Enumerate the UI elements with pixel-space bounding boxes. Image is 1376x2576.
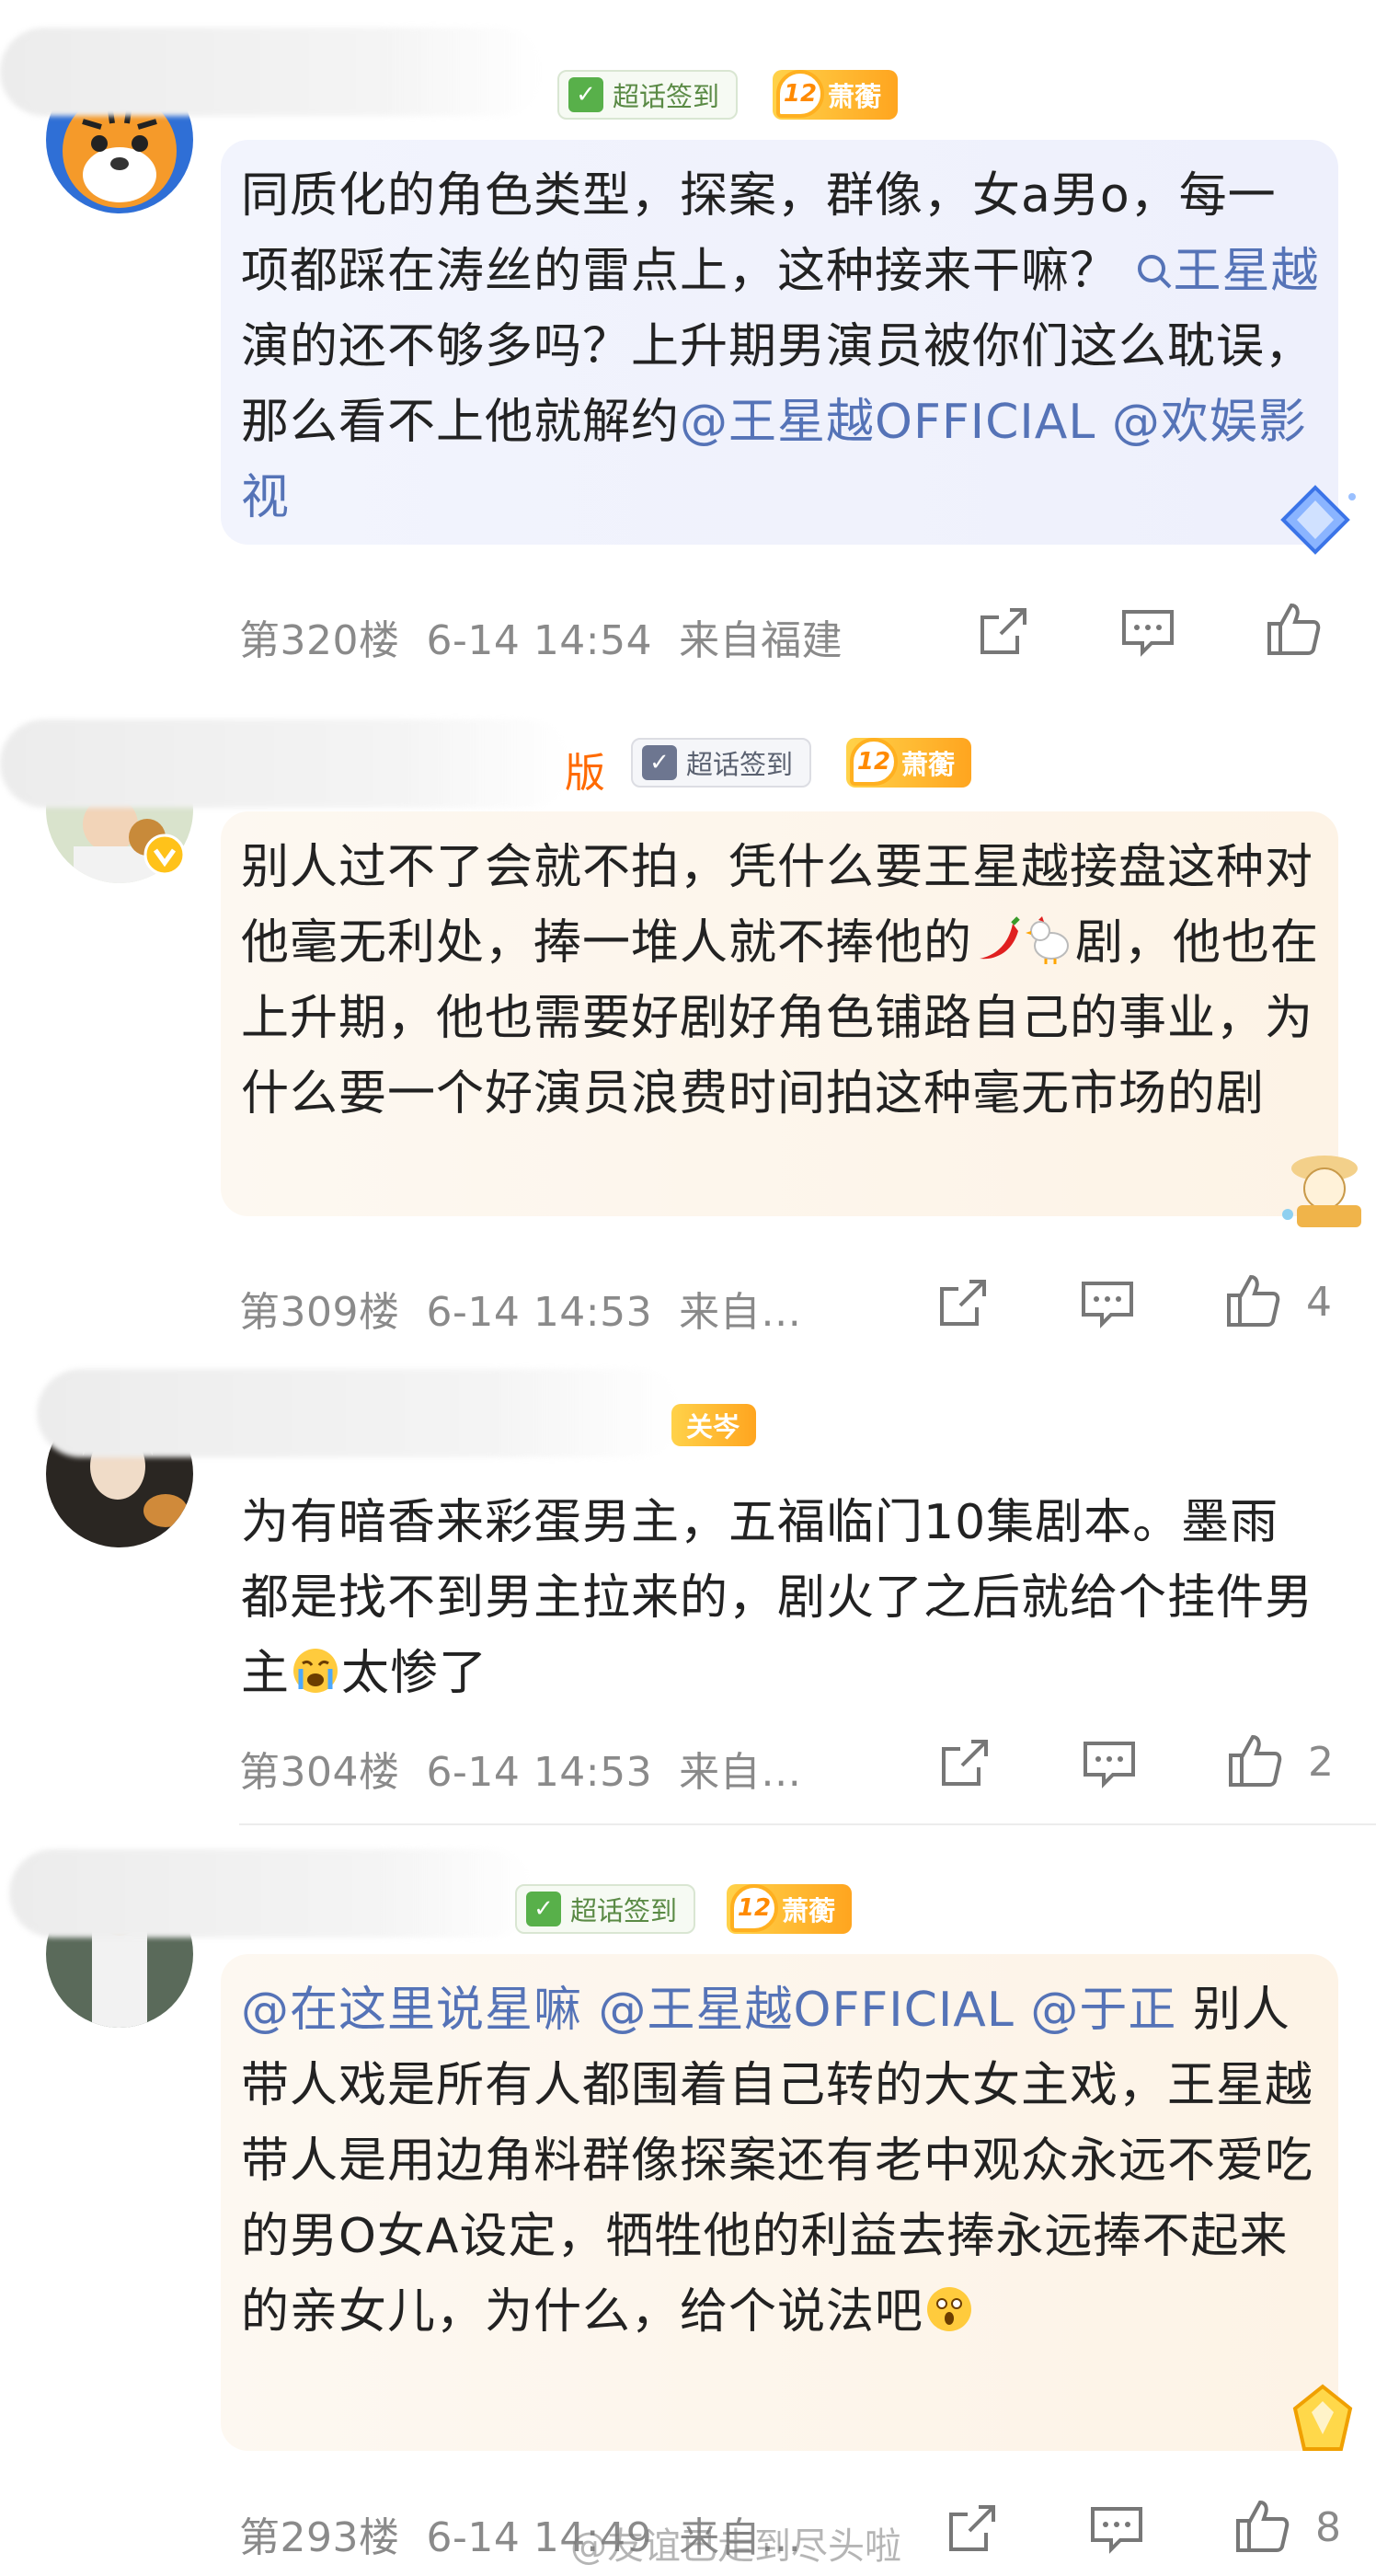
comment-text: 为有暗香来彩蛋男主，五福临门10集剧本。墨雨都是找不到男主拉来的，剧火了之后就给…: [241, 1495, 1314, 1701]
level-number: 12: [730, 1884, 778, 1932]
share-icon[interactable]: [935, 1734, 993, 1793]
supertopic-checkin-badge: ✓ 超话签到: [515, 1884, 696, 1934]
username-blurred[interactable]: [9, 1849, 533, 1938]
diamond-icon: [1280, 485, 1356, 555]
comment-icon[interactable]: [1078, 1274, 1137, 1333]
like-count: 8: [1315, 2504, 1341, 2551]
verified-icon: [143, 834, 186, 876]
comment-text: 别人过不了会就不拍，凭什么要王星越接盘这种对他毫无利处，捧一堆人就不捧他的 剧，他…: [221, 811, 1338, 1216]
level-number: 12: [850, 738, 898, 786]
floor-number: 第320楼: [239, 617, 400, 664]
comment-meta: 第309楼 6-14 14:53 来自…: [239, 1279, 802, 1338]
comment-icon[interactable]: [1087, 2500, 1146, 2559]
like-icon[interactable]: [1225, 1731, 1284, 1790]
fan-level-badge: 关岑: [671, 1404, 757, 1446]
check-icon: ✓: [526, 1892, 561, 1926]
timestamp: 6-14 14:53: [426, 1749, 653, 1796]
sticker-icon: [1282, 1156, 1361, 1227]
username-blurred[interactable]: [0, 28, 543, 116]
fan-level-badge: 12 萧蘅: [846, 738, 972, 788]
fan-level-badge: 12 萧蘅: [727, 1884, 853, 1934]
crown-badge-icon: [1292, 2384, 1353, 2451]
timestamp: 6-14 14:53: [426, 1289, 653, 1336]
check-icon: ✓: [642, 745, 677, 780]
fan-level-badge: 12 萧蘅: [773, 70, 899, 120]
weibo-watermark: @友谊已走到尽头啦: [570, 2525, 901, 2568]
astonished-face-icon: [927, 2287, 972, 2331]
comment-meta: 第320楼 6-14 14:54 来自福建: [239, 607, 843, 666]
mention-link[interactable]: @王星越OFFICIAL: [680, 395, 1095, 450]
search-link[interactable]: 王星越: [1135, 244, 1320, 299]
mention-link[interactable]: @在这里说星嘛: [241, 1983, 582, 2038]
username-tail: 版: [565, 750, 605, 797]
comment-meta: 第304楼 6-14 14:53 来自…: [239, 1739, 802, 1798]
like-icon[interactable]: [1233, 2497, 1291, 2556]
chicken-icon: [1026, 916, 1070, 964]
supertopic-checkin-badge: ✓ 超话签到: [557, 70, 739, 120]
share-icon[interactable]: [942, 2500, 1001, 2559]
share-icon[interactable]: [933, 1274, 992, 1333]
chili-pepper-icon: [980, 916, 1020, 960]
location: 来自…: [679, 1749, 802, 1796]
level-number: 12: [776, 70, 824, 118]
check-icon: ✓: [568, 77, 603, 112]
floor-number: 第293楼: [239, 2514, 400, 2561]
timestamp: 6-14 14:54: [426, 617, 653, 664]
crying-face-icon: [293, 1649, 338, 1693]
comment-text: 同质化的角色类型，探案，群像，女a男o，每一项都踩在涛丝的雷点上，这种接来干嘛？…: [221, 140, 1338, 545]
search-icon: [1137, 255, 1171, 289]
mention-link[interactable]: @王星越OFFICIAL: [582, 1983, 1015, 2038]
comment-icon[interactable]: [1080, 1734, 1139, 1793]
floor-number: 第304楼: [239, 1749, 400, 1796]
supertopic-checkin-badge: ✓ 超话签到: [631, 738, 812, 788]
username-blurred[interactable]: [37, 1369, 681, 1457]
like-icon[interactable]: [1264, 600, 1323, 659]
share-icon[interactable]: [973, 603, 1032, 661]
like-count: 2: [1308, 1739, 1334, 1786]
floor-number: 第309楼: [239, 1289, 400, 1336]
like-icon[interactable]: [1223, 1271, 1282, 1330]
location: 来自…: [679, 1289, 802, 1336]
comment-icon[interactable]: [1118, 603, 1177, 661]
divider: [239, 1823, 1376, 1825]
location: 来自福建: [679, 617, 843, 664]
username-blurred[interactable]: [0, 719, 570, 808]
like-count: 4: [1306, 1279, 1332, 1326]
comment-text: @在这里说星嘛 @王星越OFFICIAL @于正 别人带人戏是所有人都围着自己转…: [221, 1954, 1338, 2451]
mention-link[interactable]: @于正: [1015, 1983, 1177, 2038]
